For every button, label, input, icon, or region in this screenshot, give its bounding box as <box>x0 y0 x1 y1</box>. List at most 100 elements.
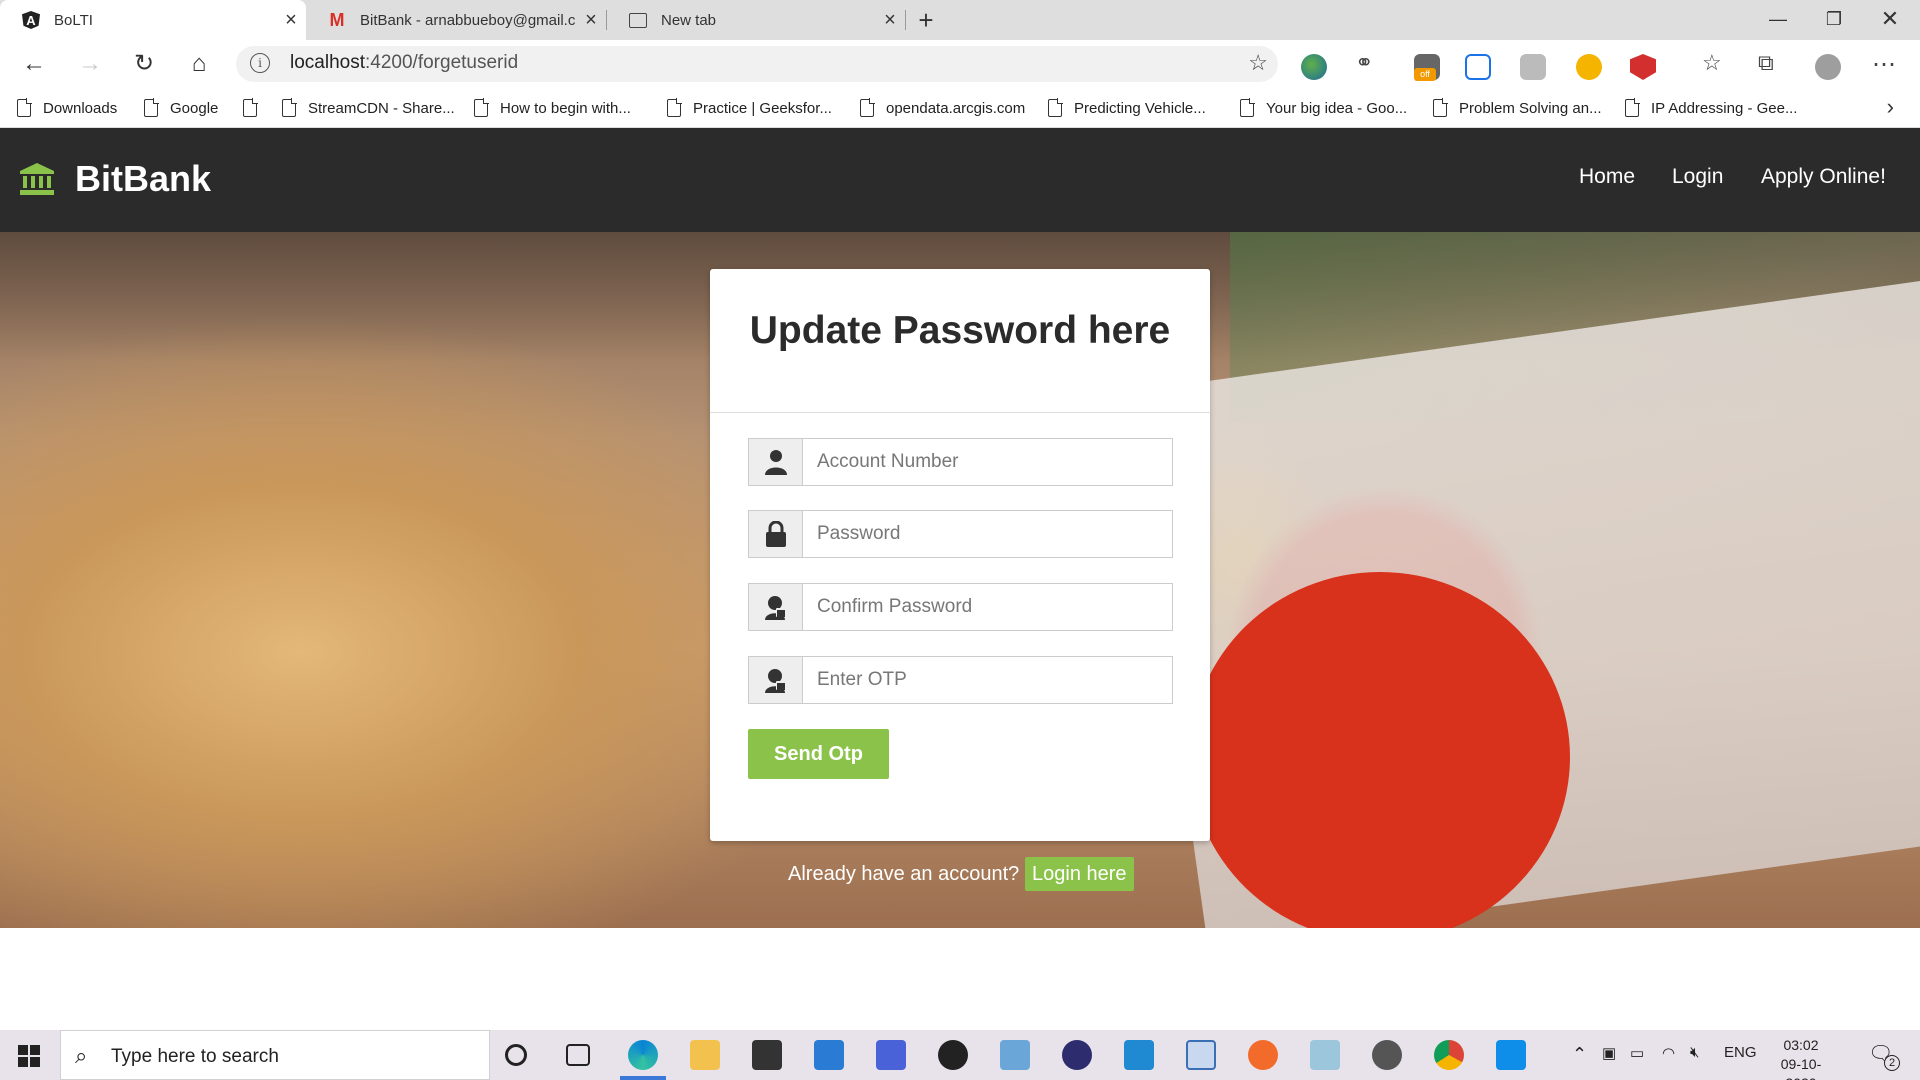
bookmark-ip-addressing[interactable]: IP Addressing - Gee... <box>1625 96 1797 120</box>
clock-time: 03:02 <box>1783 1037 1819 1053</box>
close-icon[interactable]: × <box>576 9 606 32</box>
wifi-icon[interactable]: ◠ <box>1662 1044 1675 1062</box>
app-navbar: BitBank Home Login Apply Online! <box>0 128 1920 232</box>
taskbar-search-placeholder: Type here to search <box>111 1046 279 1067</box>
tab-separator <box>905 10 906 30</box>
bank-icon <box>20 163 54 195</box>
chevron-right-icon[interactable]: › <box>1887 94 1894 120</box>
site-info-icon[interactable]: i <box>250 53 270 73</box>
otp-input[interactable] <box>803 657 1172 703</box>
nav-home-link[interactable]: Home <box>1579 165 1635 189</box>
profile-avatar[interactable] <box>1815 54 1841 80</box>
close-icon[interactable]: × <box>875 9 905 32</box>
volume-muted-icon[interactable]: 🔇︎ <box>1690 1044 1699 1061</box>
cortana-icon[interactable] <box>505 1044 527 1066</box>
bookmark-downloads[interactable]: Downloads <box>17 96 117 120</box>
more-menu-icon[interactable]: ⋯ <box>1872 50 1896 79</box>
teamviewer-icon[interactable] <box>1496 1040 1526 1070</box>
windows-start-icon[interactable] <box>18 1045 40 1067</box>
notepad-icon[interactable] <box>1310 1040 1340 1070</box>
tab-gmail[interactable]: M BitBank - arnabbueboy@gmail.c × <box>306 0 606 40</box>
page-icon <box>17 98 32 117</box>
restore-icon[interactable]: ❐ <box>1806 0 1862 40</box>
address-bar[interactable]: i localhost:4200/forgetuserid ☆ <box>236 46 1278 82</box>
notification-count-badge: 2 <box>1884 1055 1900 1071</box>
new-tab-button[interactable]: + <box>910 4 942 36</box>
battery-icon[interactable]: ▭ <box>1630 1044 1644 1062</box>
chevron-up-icon[interactable]: ⌃ <box>1572 1044 1587 1065</box>
brand-name[interactable]: BitBank <box>75 158 211 200</box>
bookmark-how-to-begin[interactable]: How to begin with... <box>474 96 631 120</box>
page-icon <box>144 98 159 117</box>
tray-app-icon[interactable]: ▣ <box>1602 1044 1616 1062</box>
already-have-account-text: Already have an account? <box>788 863 1020 885</box>
extension-gray-icon[interactable] <box>1520 54 1546 80</box>
divider <box>710 412 1210 413</box>
update-password-card: Update Password here Send Otp <box>710 269 1210 841</box>
home-icon[interactable]: ⌂ <box>181 46 217 82</box>
collections-icon[interactable]: ⧉ <box>1758 50 1774 76</box>
task-view-icon[interactable] <box>566 1044 590 1066</box>
page-icon <box>282 98 297 117</box>
login-here-link[interactable]: Login here <box>1025 857 1134 891</box>
nav-login-link[interactable]: Login <box>1672 165 1723 189</box>
bookmark-google[interactable]: Google <box>144 96 218 120</box>
user-icon <box>749 439 803 485</box>
extension-link-icon[interactable]: ⚭ <box>1355 50 1373 76</box>
minimize-icon[interactable]: — <box>1750 0 1806 40</box>
close-icon[interactable]: × <box>276 9 306 32</box>
postman-icon[interactable] <box>1248 1040 1278 1070</box>
settings-gear-icon[interactable] <box>1372 1040 1402 1070</box>
page-icon <box>860 98 875 117</box>
tab-new-tab[interactable]: New tab × <box>607 0 905 40</box>
bookmark-your-big-idea[interactable]: Your big idea - Goo... <box>1240 96 1407 120</box>
taskbar-clock[interactable]: 03:02 09-10-2020 <box>1766 1036 1836 1080</box>
account-number-input[interactable] <box>803 439 1172 485</box>
browser-tab-strip: A BoLTI × M BitBank - arnabbueboy@gmail.… <box>0 0 1920 40</box>
window-close-icon[interactable]: ✕ <box>1862 0 1918 40</box>
bookmark-problem-solving[interactable]: Problem Solving an... <box>1433 96 1602 120</box>
store-icon[interactable] <box>752 1040 782 1070</box>
forward-icon[interactable]: → <box>72 46 108 82</box>
send-otp-button[interactable]: Send Otp <box>748 729 889 779</box>
extension-globe-icon[interactable] <box>1301 54 1327 80</box>
file-explorer-icon[interactable] <box>690 1040 720 1070</box>
angular-icon: A <box>22 11 40 29</box>
bookmark-practice[interactable]: Practice | Geeksfor... <box>667 96 832 120</box>
eclipse-icon[interactable] <box>1062 1040 1092 1070</box>
favorites-icon[interactable]: ☆ <box>1702 50 1722 76</box>
off-badge: off <box>1414 68 1436 81</box>
bookmark-predicting-vehicle[interactable]: Predicting Vehicle... <box>1048 96 1206 120</box>
taskbar-search-box[interactable]: ⌕ Type here to search <box>60 1030 490 1080</box>
credit-card-logo <box>1190 572 1570 928</box>
page-icon <box>1625 98 1640 117</box>
mail-icon[interactable] <box>814 1040 844 1070</box>
tab-title: BoLTI <box>54 11 93 29</box>
vscode-icon[interactable] <box>1124 1040 1154 1070</box>
page-icon <box>474 98 489 117</box>
bookmark-streamcdn[interactable]: StreamCDN - Share... <box>282 96 455 120</box>
app-icon[interactable] <box>876 1040 906 1070</box>
tab-title: BitBank - arnabbueboy@gmail.c <box>360 11 576 29</box>
nav-apply-online-link[interactable]: Apply Online! <box>1761 165 1886 189</box>
clock-date: 09-10-2020 <box>1780 1056 1822 1080</box>
lock-icon <box>749 511 803 557</box>
confirm-password-input[interactable] <box>803 584 1172 630</box>
extension-refresh-icon[interactable] <box>1465 54 1491 80</box>
language-indicator[interactable]: ENG <box>1724 1044 1757 1061</box>
edge-icon[interactable] <box>628 1040 658 1070</box>
chrome-icon[interactable] <box>1434 1040 1464 1070</box>
xbox-icon[interactable] <box>938 1040 968 1070</box>
bookmark-untitled[interactable] <box>243 96 269 120</box>
back-icon[interactable]: ← <box>16 46 52 82</box>
page-icon <box>1048 98 1063 117</box>
password-input[interactable] <box>803 511 1172 557</box>
favorite-star-icon[interactable]: ☆ <box>1248 50 1268 76</box>
otp-field <box>748 656 1173 704</box>
tab-bolti[interactable]: A BoLTI × <box>0 0 306 40</box>
window-app-icon[interactable] <box>1186 1040 1216 1070</box>
refresh-icon[interactable]: ↻ <box>126 46 162 82</box>
bookmark-opendata[interactable]: opendata.arcgis.com <box>860 96 1025 120</box>
computer-icon[interactable] <box>1000 1040 1030 1070</box>
extension-honey-icon[interactable] <box>1576 54 1602 80</box>
